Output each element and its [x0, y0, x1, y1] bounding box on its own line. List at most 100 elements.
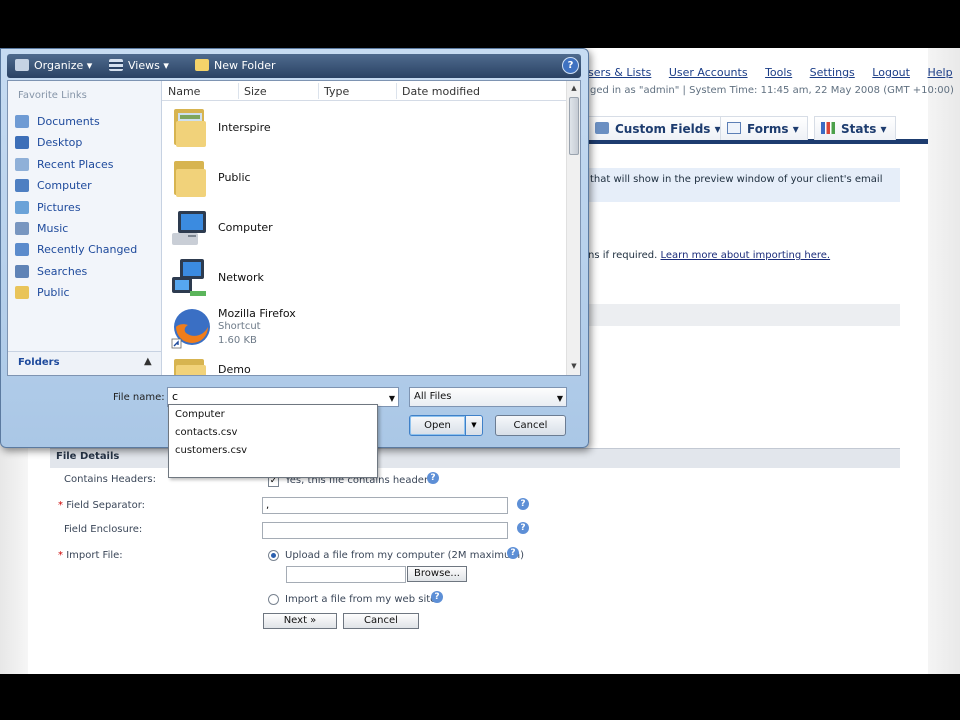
web-import-option-label: Import a file from my web site [285, 594, 437, 605]
dialog-toolbar: Organize ▾ Views ▾ New Folder ? [7, 54, 581, 78]
file-name: Mozilla Firefox [218, 307, 296, 320]
file-item-network[interactable]: Network [166, 255, 556, 303]
open-button[interactable]: Open [409, 415, 466, 436]
folders-toggle[interactable]: Folders ▲ [8, 351, 161, 375]
next-button[interactable]: Next » [263, 613, 337, 629]
link-logout[interactable]: Logout [872, 66, 910, 79]
desktop-icon [15, 136, 29, 149]
file-item-public[interactable]: Public [166, 155, 556, 203]
file-item-computer[interactable]: Computer [166, 205, 556, 253]
file-name-label: File name: [113, 392, 165, 403]
autocomplete-item[interactable]: contacts.csv [175, 427, 237, 438]
open-file-dialog: Organize ▾ Views ▾ New Folder ? Favorite… [0, 48, 589, 448]
link-tools[interactable]: Tools [765, 66, 792, 79]
column-name[interactable]: Name [168, 85, 200, 98]
autocomplete-item[interactable]: Computer [175, 409, 225, 420]
tab-custom-fields[interactable]: Custom Fields ▾ [588, 116, 730, 140]
top-links: Users & Lists User Accounts Tools Settin… [580, 66, 960, 79]
new-folder-button[interactable]: New Folder [195, 59, 275, 73]
fav-documents[interactable]: Documents [13, 113, 159, 131]
fav-label: Pictures [37, 201, 81, 214]
page-right-margin [928, 48, 960, 674]
autocomplete-item[interactable]: customers.csv [175, 445, 247, 456]
learn-more-link[interactable]: Learn more about importing here. [660, 250, 830, 261]
chevron-down-icon: ▼ [556, 394, 563, 403]
column-size[interactable]: Size [244, 85, 267, 98]
scrollbar-thumb[interactable] [569, 97, 579, 155]
column-type[interactable]: Type [324, 85, 349, 98]
link-settings[interactable]: Settings [810, 66, 855, 79]
fav-pictures[interactable]: Pictures [13, 199, 159, 217]
link-help[interactable]: Help [927, 66, 952, 79]
file-name: Network [218, 271, 264, 284]
help-icon[interactable]: ? [517, 522, 529, 534]
stats-icon [821, 122, 835, 134]
open-options-dropdown[interactable]: ▼ [465, 415, 483, 436]
file-item-mozilla-firefox[interactable]: Mozilla Firefox Shortcut 1.60 KB [166, 305, 556, 353]
fav-recent-places[interactable]: Recent Places [13, 156, 159, 174]
tab-forms[interactable]: Forms ▾ [720, 116, 808, 140]
fav-recently-changed[interactable]: Recently Changed [13, 241, 159, 259]
help-icon[interactable]: ? [517, 498, 529, 510]
folder-icon [174, 161, 206, 197]
views-icon [109, 59, 123, 71]
file-type-filter[interactable]: All Files ▼ [409, 387, 567, 407]
fav-searches[interactable]: Searches [13, 263, 159, 281]
dialog-cancel-button[interactable]: Cancel [495, 415, 566, 436]
computer-icon [15, 179, 29, 192]
file-item-demo[interactable]: Demo [166, 355, 556, 375]
favorite-links-pane: Favorite Links Documents Desktop Recent … [8, 81, 162, 375]
documents-icon [15, 115, 29, 128]
firefox-icon [171, 309, 210, 349]
link-user-accounts[interactable]: User Accounts [669, 66, 748, 79]
fav-label: Recent Places [37, 158, 114, 171]
upload-file-input[interactable] [286, 566, 406, 583]
organize-button[interactable]: Organize ▾ [15, 59, 92, 73]
file-name: Public [218, 171, 251, 184]
import-help-line: ns if required. Learn more about importi… [588, 250, 830, 261]
folder-icon [174, 109, 206, 147]
fav-public[interactable]: Public [13, 284, 159, 302]
scroll-up-icon[interactable]: ▲ [569, 84, 579, 94]
tab-forms-label: Forms [747, 122, 789, 136]
organize-label: Organize [34, 59, 84, 72]
web-import-radio[interactable] [268, 594, 279, 605]
upload-option-label: Upload a file from my computer (2M maxim… [285, 550, 524, 561]
file-list-scrollbar[interactable]: ▲ ▼ [566, 81, 580, 375]
folder-icon [174, 359, 206, 375]
dialog-help-icon[interactable]: ? [562, 57, 579, 74]
file-size-label: 1.60 KB [218, 335, 257, 346]
file-details-title: File Details [56, 451, 120, 462]
upload-radio[interactable] [268, 550, 279, 561]
browse-button[interactable]: Browse... [407, 566, 467, 582]
fav-label: Public [37, 286, 70, 299]
cancel-button[interactable]: Cancel [343, 613, 419, 629]
chevron-down-icon[interactable]: ▼ [389, 390, 395, 408]
help-icon[interactable]: ? [427, 472, 439, 484]
fav-label: Desktop [37, 136, 83, 149]
help-icon[interactable]: ? [431, 591, 443, 603]
field-enclosure-input[interactable] [262, 522, 508, 539]
scroll-down-icon[interactable]: ▼ [569, 362, 579, 372]
contains-headers-label: Contains Headers: [64, 474, 156, 485]
file-item-interspire[interactable]: Interspire [166, 105, 556, 153]
required-marker: * [58, 500, 67, 511]
required-marker: * [58, 550, 67, 561]
tab-stats-label: Stats [841, 122, 877, 136]
fav-music[interactable]: Music [13, 220, 159, 238]
field-separator-input[interactable]: , [262, 497, 508, 514]
recently-changed-icon [15, 243, 29, 256]
tab-stats[interactable]: Stats ▾ [814, 116, 896, 140]
link-users-lists[interactable]: Users & Lists [580, 66, 651, 79]
fav-computer[interactable]: Computer [13, 177, 159, 195]
video-letterbox-top [0, 0, 960, 48]
fav-desktop[interactable]: Desktop [13, 134, 159, 152]
views-button[interactable]: Views ▾ [109, 59, 169, 73]
section-divider [588, 304, 900, 326]
file-list-pane: Name Size Type Date modified Interspire … [162, 81, 580, 375]
file-name: Interspire [218, 121, 271, 134]
help-icon[interactable]: ? [507, 547, 519, 559]
network-icon [172, 259, 206, 296]
file-name-value: c [172, 390, 179, 403]
column-date-modified[interactable]: Date modified [402, 85, 480, 98]
